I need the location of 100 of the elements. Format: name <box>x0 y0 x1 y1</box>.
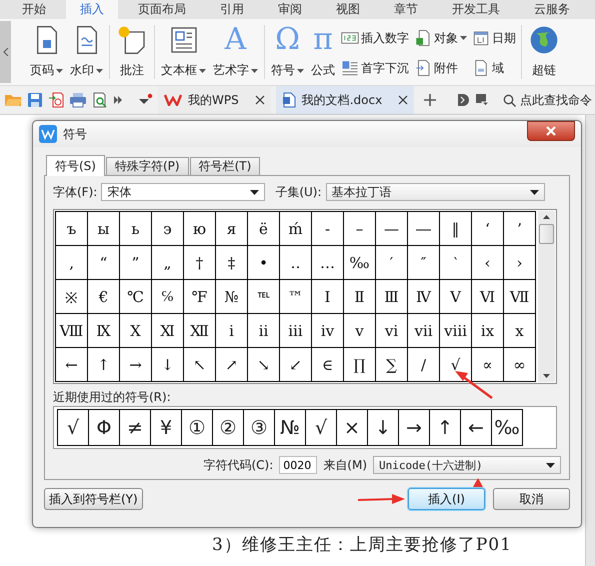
symbol-cell[interactable]: ‚ <box>56 246 87 279</box>
print-preview-icon[interactable] <box>92 92 108 108</box>
symbol-cell[interactable]: Ⅺ <box>152 314 183 347</box>
recent-symbol-cell[interactable]: ③ <box>244 410 274 445</box>
symbol-cell[interactable]: ↙ <box>280 348 311 381</box>
recent-symbol-cell[interactable]: √ <box>58 410 88 445</box>
collapse-handle[interactable] <box>0 21 11 83</box>
recent-symbol-cell[interactable]: ② <box>213 410 243 445</box>
symbol-cell[interactable]: ⅲ <box>280 314 311 347</box>
recent-symbol-cell[interactable]: ↓ <box>368 410 398 445</box>
close-icon[interactable] <box>398 95 408 105</box>
symbol-cell[interactable]: ∈ <box>312 348 343 381</box>
symbol-cell[interactable]: † <box>184 246 215 279</box>
symbol-cell[interactable]: ↑ <box>88 348 119 381</box>
symbol-cell[interactable]: — <box>376 212 407 245</box>
symbol-cell[interactable]: ⅸ <box>472 314 503 347</box>
ribbon-button[interactable]: 文本框 <box>160 19 207 85</box>
ribbon-button[interactable]: 水印 <box>69 19 104 85</box>
recent-symbol-cell[interactable]: → <box>399 410 429 445</box>
dialog-tab[interactable]: 特殊字符(P) <box>106 157 189 175</box>
recent-symbol-cell[interactable]: ≠ <box>120 410 150 445</box>
symbol-cell[interactable]: ‥ <box>280 246 311 279</box>
dialog-button[interactable]: 插入到符号栏(Y) <box>44 488 143 510</box>
symbol-cell[interactable]: € <box>88 280 119 313</box>
more-icon[interactable] <box>113 95 123 105</box>
recent-symbol-cell[interactable]: ← <box>461 410 491 445</box>
symbol-cell[interactable]: – <box>344 212 375 245</box>
ribbon-button[interactable]: 批注 <box>115 19 149 85</box>
symbol-cell[interactable]: ↗ <box>216 348 247 381</box>
recent-symbol-cell[interactable]: ① <box>182 410 212 445</box>
document-tab[interactable]: 我的文档.docx <box>276 86 414 114</box>
symbol-cell[interactable]: Ⅻ <box>184 314 215 347</box>
symbol-cell[interactable]: → <box>120 348 151 381</box>
symbol-cell[interactable]: ⅹ <box>504 314 535 347</box>
symbol-cell[interactable]: ⅱ <box>248 314 279 347</box>
symbol-cell[interactable]: Ⅹ <box>120 314 151 347</box>
ribbon-tab[interactable]: 开始 <box>8 0 60 19</box>
recent-symbol-cell[interactable]: ‰ <box>492 410 522 445</box>
symbol-cell[interactable]: ‖ <box>440 212 471 245</box>
d-icon[interactable] <box>456 93 470 107</box>
symbol-cell[interactable]: ↖ <box>184 348 215 381</box>
symbol-cell[interactable]: э <box>152 212 183 245</box>
scroll-thumb[interactable] <box>539 224 554 244</box>
font-select[interactable]: 宋体 <box>101 183 266 201</box>
ribbon-button[interactable]: 域 <box>472 59 516 77</box>
symbol-cell[interactable]: ℃ <box>120 280 151 313</box>
recent-symbol-cell[interactable]: Φ <box>89 410 119 445</box>
symbol-cell[interactable]: ∞ <box>504 348 535 381</box>
symbol-cell[interactable]: ℉ <box>184 280 215 313</box>
symbol-cell[interactable]: ℡ <box>248 280 279 313</box>
dialog-button[interactable]: 插入(I) <box>408 488 485 510</box>
recent-symbol-cell[interactable]: № <box>275 410 305 445</box>
symbol-cell[interactable]: ъ <box>56 212 87 245</box>
symbol-cell[interactable]: ы <box>88 212 119 245</box>
recent-symbol-cell[interactable]: ¥ <box>151 410 181 445</box>
symbol-cell[interactable]: ё <box>248 212 279 245</box>
symbol-cell[interactable]: ∏ <box>344 348 375 381</box>
symbol-cell[interactable]: • <box>248 246 279 279</box>
document-tab[interactable]: 我的WPS <box>158 86 271 114</box>
from-select[interactable]: Unicode(十六进制) <box>373 456 561 474</box>
ribbon-tab[interactable]: 开发工具 <box>438 0 514 19</box>
symbol-cell[interactable]: ′ <box>376 246 407 279</box>
symbol-cell[interactable]: ※ <box>56 280 87 313</box>
symbol-cell[interactable]: Ⅸ <box>88 314 119 347</box>
symbol-cell[interactable]: ″ <box>408 246 439 279</box>
symbol-cell[interactable]: ḿ <box>280 212 311 245</box>
save-icon[interactable] <box>27 92 43 108</box>
ribbon-button[interactable]: π 公式 <box>310 19 336 85</box>
symbol-cell[interactable]: ← <box>56 348 87 381</box>
subset-select[interactable]: 基本拉丁语 <box>326 183 545 201</box>
close-button[interactable] <box>527 121 575 141</box>
ribbon-button[interactable]: 对象 <box>414 29 467 47</box>
symbol-cell[interactable]: я <box>216 212 247 245</box>
recent-symbol-cell[interactable]: × <box>337 410 367 445</box>
command-search[interactable]: 点此查找命令 <box>503 93 595 107</box>
symbol-cell[interactable]: ― <box>408 212 439 245</box>
symbol-cell[interactable]: Ⅱ <box>344 280 375 313</box>
ribbon-button[interactable]: 首字下沉 <box>341 59 409 77</box>
symbol-cell[interactable]: ™ <box>280 280 311 313</box>
dialog-tab[interactable]: 符号(S) <box>46 155 105 176</box>
collapse-down-icon[interactable] <box>475 93 490 107</box>
symbol-cell[interactable]: ь <box>120 212 151 245</box>
print-icon[interactable] <box>69 92 87 108</box>
symbol-cell[interactable]: „ <box>152 246 183 279</box>
symbol-cell[interactable]: ⅷ <box>440 314 471 347</box>
symbol-cell[interactable]: ‰ <box>344 246 375 279</box>
symbol-cell[interactable]: Ⅴ <box>440 280 471 313</box>
plus-icon[interactable] <box>423 93 438 107</box>
dialog-tab[interactable]: 符号栏(T) <box>190 157 260 175</box>
symbol-cell[interactable]: ∑ <box>376 348 407 381</box>
scrollbar[interactable] <box>538 211 555 382</box>
symbol-cell[interactable]: Ⅲ <box>376 280 407 313</box>
ribbon-tab[interactable]: 云服务 <box>520 0 584 19</box>
symbol-cell[interactable]: ∝ <box>472 348 503 381</box>
ribbon-button[interactable]: 附件 <box>414 59 467 77</box>
ribbon-button[interactable]: 日期 <box>472 29 516 47</box>
ribbon-tab[interactable]: 审阅 <box>264 0 316 19</box>
char-code-field[interactable]: 0020 <box>279 456 318 474</box>
ribbon-tab[interactable]: 章节 <box>380 0 432 19</box>
ribbon-button[interactable]: 插入数字 <box>341 29 409 47</box>
